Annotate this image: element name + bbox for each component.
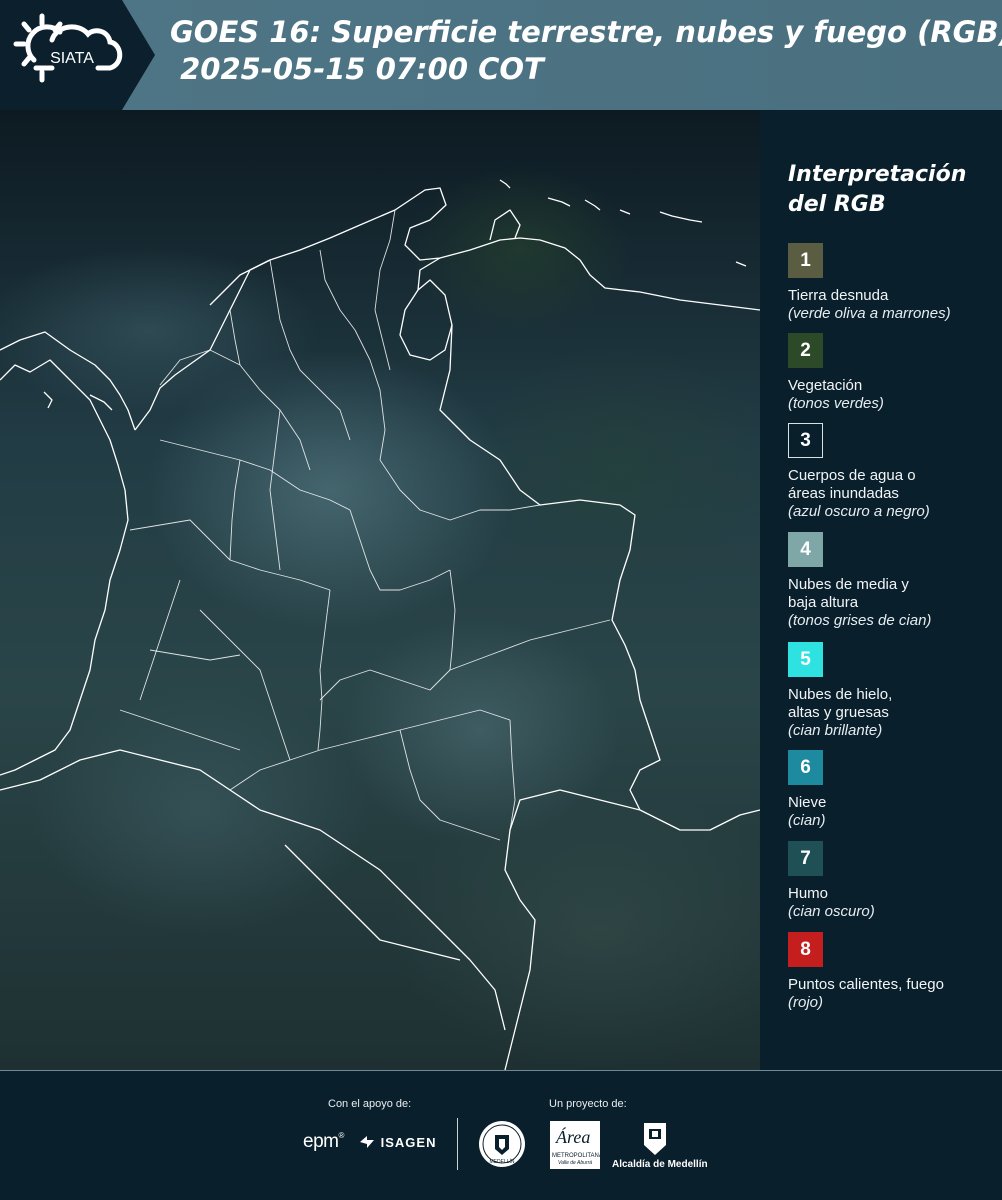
isagen-logo[interactable]: ISAGEN	[358, 1134, 436, 1150]
university-seal[interactable]: MEDELLÍN	[477, 1119, 527, 1169]
island-pacific	[43, 391, 53, 409]
legend-item-7: 7 Humo (cian oscuro)	[788, 841, 998, 921]
legend-item-1: 1 Tierra desnuda (verde oliva a marrones…	[788, 243, 998, 323]
legend-item-2: 2 Vegetación (tonos verdes)	[788, 333, 998, 413]
swatch-ice-clouds: 5	[788, 642, 823, 677]
boundaries-overlay	[0, 179, 760, 1070]
alcaldia-medellin-shield[interactable]	[640, 1119, 670, 1159]
coastline-guajira-peninsula	[489, 209, 521, 241]
legend-item-desc: (verde oliva a marrones)	[788, 305, 951, 322]
lake-maracaibo	[399, 279, 453, 361]
swatch-snow: 6	[788, 750, 823, 785]
header: SIATA GOES 16: Superficie terrestre, nub…	[0, 0, 1002, 110]
project-label: Un proyecto de:	[549, 1098, 627, 1110]
shield-icon	[644, 1123, 666, 1155]
title-line-1: GOES 16: Superficie terrestre, nubes y f…	[170, 15, 1002, 49]
border-amazon	[284, 844, 461, 961]
island-2	[547, 197, 571, 207]
legend-item-name: Humo	[788, 885, 829, 902]
legend-item-name: Cuerpos de agua o áreas inundadas	[788, 467, 916, 502]
area-logo-subtitle-2: Valle de Aburrá	[557, 1160, 593, 1166]
swatch-smoke: 7	[788, 841, 823, 876]
svg-text:MEDELLÍN: MEDELLÍN	[489, 1158, 514, 1165]
legend-item-name: Vegetación	[788, 377, 863, 394]
coastline-north	[209, 187, 760, 311]
island-6	[735, 261, 747, 267]
legend-item-name: Nieve	[788, 794, 827, 811]
legend-item-8: 8 Puntos calientes, fuego (rojo)	[788, 932, 998, 1012]
swatch-bare-land: 1	[788, 243, 823, 278]
alcaldia-label: Alcaldía de Medellín	[612, 1159, 708, 1170]
legend-title: Interpretación del RGB	[788, 160, 998, 220]
border-south	[0, 749, 506, 1031]
legend-item-3: 3 Cuerpos de agua o áreas inundadas (azu…	[788, 423, 998, 521]
area-metropolitana-logo[interactable]: Área METROPOLITANA Valle de Aburrá	[550, 1121, 603, 1169]
legend-title-line-1: Interpretación	[788, 162, 967, 187]
isagen-logo-text: ISAGEN	[380, 1135, 437, 1150]
seal-icon: MEDELLÍN	[479, 1121, 525, 1167]
border-east	[639, 809, 760, 831]
sun-cloud-icon: SIATA	[13, 13, 123, 83]
island-5	[659, 211, 703, 223]
coastline-pacific	[0, 359, 129, 776]
area-logo-subtitle: METROPOLITANA	[552, 1153, 603, 1159]
svg-text:SIATA: SIATA	[50, 50, 94, 67]
satellite-map[interactable]	[0, 110, 760, 1070]
swatch-fire: 8	[788, 932, 823, 967]
registered-icon: ®	[338, 1131, 344, 1140]
title-line-2: 2025-05-15 07:00 COT	[170, 52, 544, 86]
legend-item-name: Nubes de media y baja altura	[788, 576, 909, 611]
footer: Con el apoyo de: Un proyecto de: epm® IS…	[0, 1070, 1002, 1200]
island-3	[584, 199, 601, 211]
swatch-vegetation: 2	[788, 333, 823, 368]
footer-divider	[457, 1118, 458, 1170]
legend-item-desc: (tonos grises de cian)	[788, 612, 932, 629]
legend-item-desc: (cian)	[788, 812, 826, 829]
island-1	[499, 179, 511, 189]
legend-item-name: Tierra desnuda	[788, 287, 889, 304]
legend-item-6: 6 Nieve (cian)	[788, 750, 998, 830]
legend-item-desc: (cian brillante)	[788, 722, 883, 739]
rgb-legend: Interpretación del RGB 1 Tierra desnuda …	[788, 160, 998, 1011]
area-logo-title: Área	[556, 1127, 591, 1147]
page-title: GOES 16: Superficie terrestre, nubes y f…	[170, 14, 1002, 88]
support-label: Con el apoyo de:	[328, 1098, 412, 1110]
coastline-panama	[0, 331, 136, 431]
border-colombia	[134, 257, 661, 1070]
legend-item-desc: (tonos verdes)	[788, 395, 884, 412]
legend-title-line-2: del RGB	[788, 192, 886, 217]
legend-item-4: 4 Nubes de media y baja altura (tonos gr…	[788, 532, 998, 630]
swatch-water: 3	[788, 423, 823, 458]
swatch-low-clouds: 4	[788, 532, 823, 567]
island-4	[619, 209, 631, 215]
legend-item-5: 5 Nubes de hielo, altas y gruesas (cian …	[788, 642, 998, 740]
legend-item-name: Nubes de hielo, altas y gruesas	[788, 686, 893, 721]
epm-logo-text: epm	[303, 1131, 339, 1152]
legend-item-desc: (cian oscuro)	[788, 903, 875, 920]
legend-item-desc: (azul oscuro a negro)	[788, 503, 930, 520]
legend-item-desc: (rojo)	[788, 994, 824, 1011]
isagen-icon	[360, 1136, 374, 1148]
siata-logo[interactable]: SIATA	[12, 10, 132, 100]
epm-logo[interactable]: epm®	[303, 1131, 344, 1153]
legend-item-name: Puntos calientes, fuego	[788, 976, 944, 993]
